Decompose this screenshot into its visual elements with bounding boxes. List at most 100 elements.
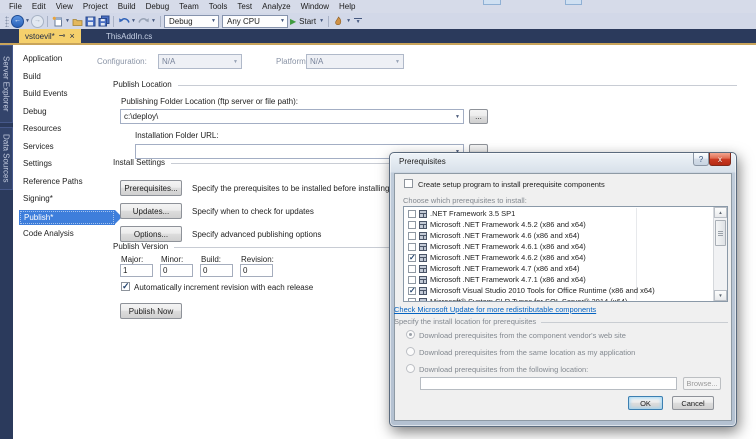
item-checkbox[interactable] bbox=[408, 287, 416, 295]
scrollbar-thumb[interactable] bbox=[715, 220, 726, 246]
toolbar-grip[interactable] bbox=[5, 16, 9, 27]
list-item[interactable]: Microsoft .NET Framework 4.5.2 (x86 and … bbox=[405, 219, 713, 230]
toolbar-overflow-button[interactable]: ▼ bbox=[354, 18, 362, 25]
choose-prerequisites-label: Choose which prerequisites to install: bbox=[403, 196, 527, 205]
scroll-up-icon[interactable]: ▲ bbox=[714, 207, 727, 218]
item-label: Microsoft .NET Framework 4.6.1 (x86 and … bbox=[430, 242, 586, 251]
menu-item-analyze[interactable]: Analyze bbox=[257, 2, 295, 11]
close-button[interactable]: x bbox=[709, 153, 731, 166]
microsoft-update-link[interactable]: Check Microsoft Update for more redistri… bbox=[394, 305, 596, 314]
publish-now-button[interactable]: Publish Now bbox=[120, 303, 182, 319]
folder-browse-button[interactable]: ... bbox=[469, 109, 488, 124]
undo-dropdown-caret[interactable]: ▼ bbox=[130, 18, 137, 24]
tab-vstoevil[interactable]: vstoevil* ⊸ × bbox=[19, 29, 81, 43]
tab-build-events[interactable]: Build Events bbox=[23, 85, 113, 102]
prerequisites-list[interactable]: .NET Framework 3.5 SP1 Microsoft .NET Fr… bbox=[403, 206, 728, 302]
navigate-forward-button[interactable]: → bbox=[31, 15, 44, 28]
item-label: Microsoft .NET Framework 4.5.2 (x86 and … bbox=[430, 220, 586, 229]
item-checkbox[interactable] bbox=[408, 221, 416, 229]
menu-item-edit[interactable]: Edit bbox=[27, 2, 51, 11]
list-item[interactable]: Microsoft .NET Framework 4.6.2 (x86 and … bbox=[405, 252, 713, 263]
minor-field[interactable] bbox=[160, 264, 193, 277]
menu-item-help[interactable]: Help bbox=[334, 2, 360, 11]
revision-label: Revision: bbox=[241, 255, 274, 264]
item-checkbox[interactable] bbox=[408, 265, 416, 273]
menu-item-debug[interactable]: Debug bbox=[141, 2, 175, 11]
menu-item-tools[interactable]: Tools bbox=[204, 2, 233, 11]
list-item[interactable]: Microsoft® System CLR Types for SQL Serv… bbox=[405, 296, 713, 302]
tab-resources[interactable]: Resources bbox=[23, 120, 113, 137]
auto-increment-checkbox[interactable] bbox=[121, 282, 130, 291]
new-project-button[interactable] bbox=[51, 15, 64, 28]
tab-build[interactable]: Build bbox=[23, 68, 113, 85]
item-checkbox[interactable] bbox=[408, 276, 416, 284]
major-field[interactable] bbox=[120, 264, 153, 277]
item-checkbox[interactable] bbox=[408, 254, 416, 262]
build-field[interactable] bbox=[200, 264, 233, 277]
menu-item-view[interactable]: View bbox=[51, 2, 78, 11]
list-item[interactable]: Microsoft .NET Framework 4.6.1 (x86 and … bbox=[405, 241, 713, 252]
menu-item-window[interactable]: Window bbox=[296, 2, 334, 11]
platform-combo: N/A ▼ bbox=[306, 54, 404, 69]
item-checkbox[interactable] bbox=[408, 210, 416, 218]
auto-increment-label: Automatically increment revision with ea… bbox=[134, 283, 313, 292]
sidebar-item-data-sources[interactable]: Data Sources bbox=[0, 127, 13, 190]
menu-item-build[interactable]: Build bbox=[113, 2, 141, 11]
menu-item-project[interactable]: Project bbox=[78, 2, 113, 11]
misc-tool-button[interactable] bbox=[332, 15, 345, 28]
tab-label: vstoevil* bbox=[25, 32, 55, 41]
open-file-button[interactable] bbox=[71, 15, 84, 28]
tab-publish-selected[interactable]: Publish* bbox=[19, 210, 115, 225]
list-item[interactable]: Microsoft Visual Studio 2010 Tools for O… bbox=[405, 285, 713, 296]
undo-button[interactable] bbox=[117, 15, 130, 28]
save-button[interactable] bbox=[84, 15, 97, 28]
menu-item-file[interactable]: File bbox=[4, 2, 27, 11]
help-button[interactable]: ? bbox=[693, 153, 709, 166]
item-checkbox[interactable] bbox=[408, 232, 416, 240]
folder-location-combo[interactable]: c:\deploy\ ▼ bbox=[120, 109, 464, 124]
undo-icon bbox=[118, 16, 130, 27]
list-item[interactable]: .NET Framework 3.5 SP1 bbox=[405, 208, 713, 219]
solution-platforms-combo[interactable]: Any CPU ▼ bbox=[222, 15, 288, 28]
redo-dropdown-caret[interactable]: ▼ bbox=[150, 18, 157, 24]
cancel-button[interactable]: Cancel bbox=[672, 396, 714, 410]
navigate-back-button[interactable]: ← bbox=[11, 15, 24, 28]
toolbar-separator bbox=[328, 16, 329, 27]
create-setup-checkbox[interactable] bbox=[404, 179, 413, 188]
misc-tool-dropdown-caret[interactable]: ▼ bbox=[345, 18, 352, 24]
tab-thisaddin[interactable]: ThisAddIn.cs bbox=[97, 29, 161, 43]
list-item[interactable]: Microsoft .NET Framework 4.6 (x86 and x6… bbox=[405, 230, 713, 241]
tab-settings[interactable]: Settings bbox=[23, 155, 113, 172]
start-dropdown-caret[interactable]: ▼ bbox=[318, 18, 325, 24]
menu-item-team[interactable]: Team bbox=[174, 2, 204, 11]
menu-item-test[interactable]: Test bbox=[232, 2, 257, 11]
following-location-label: Download prerequisites from the followin… bbox=[419, 365, 588, 374]
pin-icon[interactable]: ⊸ bbox=[59, 32, 66, 40]
tab-services[interactable]: Services bbox=[23, 138, 113, 155]
tab-reference-paths[interactable]: Reference Paths bbox=[23, 173, 113, 190]
list-item[interactable]: Microsoft .NET Framework 4.7 (x86 and x6… bbox=[405, 263, 713, 274]
tab-signing[interactable]: Signing* bbox=[23, 190, 113, 207]
list-item[interactable]: Microsoft .NET Framework 4.7.1 (x86 and … bbox=[405, 274, 713, 285]
options-button[interactable]: Options... bbox=[120, 226, 182, 242]
redo-button[interactable] bbox=[137, 15, 150, 28]
item-checkbox[interactable] bbox=[408, 298, 416, 303]
start-debugging-button[interactable]: ▶ Start bbox=[290, 17, 316, 26]
updates-button[interactable]: Updates... bbox=[120, 203, 182, 219]
new-project-dropdown-caret[interactable]: ▼ bbox=[64, 18, 71, 24]
chevron-down-icon: ▼ bbox=[277, 18, 285, 24]
tab-debug[interactable]: Debug bbox=[23, 103, 113, 120]
revision-field[interactable] bbox=[240, 264, 273, 277]
back-dropdown-caret[interactable]: ▼ bbox=[24, 18, 31, 24]
ok-button[interactable]: OK bbox=[628, 396, 663, 410]
list-scrollbar[interactable]: ▲ ▼ bbox=[713, 207, 727, 301]
save-all-button[interactable] bbox=[97, 15, 110, 28]
item-checkbox[interactable] bbox=[408, 243, 416, 251]
prerequisites-button[interactable]: Prerequisites... bbox=[120, 180, 182, 196]
tab-code-analysis[interactable]: Code Analysis bbox=[23, 225, 113, 242]
scroll-down-icon[interactable]: ▼ bbox=[714, 290, 727, 301]
solution-configurations-combo[interactable]: Debug ▼ bbox=[164, 15, 219, 28]
package-icon bbox=[419, 243, 427, 251]
close-icon[interactable]: × bbox=[70, 32, 75, 41]
sidebar-item-server-explorer[interactable]: Server Explorer bbox=[0, 45, 13, 123]
